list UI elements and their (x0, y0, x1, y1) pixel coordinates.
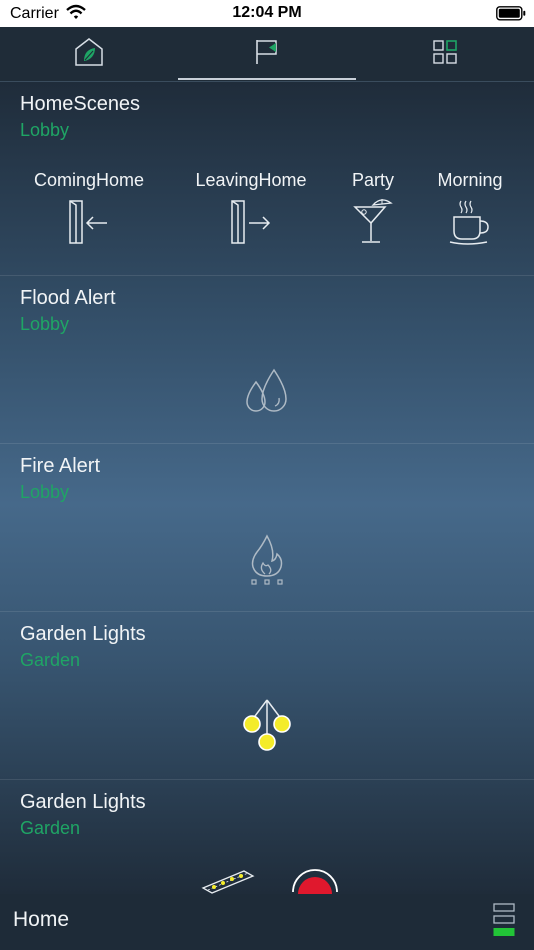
coffee-cup-icon (405, 199, 534, 245)
flag-icon (254, 38, 280, 71)
status-bar: Carrier 12:04 PM (0, 0, 534, 27)
scenes-list[interactable]: HomeScenes Lobby ComingHome LeavingHome (0, 82, 534, 894)
card-title: Garden Lights (20, 791, 146, 813)
scene-label: LeavingHome (195, 170, 307, 190)
card-location: Lobby (20, 482, 70, 502)
card-title: Garden Lights (20, 623, 146, 645)
scene-card-homescenes: HomeScenes Lobby ComingHome LeavingHome (0, 82, 534, 276)
card-title: Fire Alert (20, 455, 101, 477)
card-location: Garden (20, 818, 81, 838)
scene-card-garden-lights-2[interactable]: Garden Lights Garden (0, 780, 534, 894)
scene-morning[interactable]: Morning (405, 170, 534, 245)
scene-card-fire-alert[interactable]: Fire Alert Lobby (0, 444, 534, 612)
tab-home[interactable] (0, 27, 178, 81)
scene-label: Morning (437, 170, 503, 190)
card-location: Garden (20, 650, 81, 670)
home-leaf-icon (74, 37, 104, 72)
active-tab-indicator (178, 78, 356, 80)
tab-devices[interactable] (356, 27, 534, 81)
leaving-home-door-icon (186, 199, 316, 245)
scene-card-garden-lights-1[interactable]: Garden Lights Garden (0, 612, 534, 780)
tab-scenes[interactable] (178, 27, 356, 81)
scene-label: ComingHome (33, 170, 145, 190)
led-strip-icon (200, 868, 256, 894)
coming-home-door-icon (24, 199, 154, 245)
card-title: Flood Alert (20, 287, 116, 309)
card-title: HomeScenes (20, 93, 141, 115)
home-title[interactable]: Home (13, 908, 69, 932)
grid-icon (432, 39, 458, 70)
clock-label: 12:04 PM (232, 4, 302, 21)
battery-icon (496, 6, 526, 26)
bottom-bar: Home (0, 894, 534, 950)
red-dome-light-icon (289, 868, 341, 894)
card-location: Lobby (20, 314, 70, 334)
garden-lamp-icon (0, 698, 534, 756)
flame-icon (0, 534, 534, 586)
scene-leaving-home[interactable]: LeavingHome (186, 170, 316, 245)
scene-coming-home[interactable]: ComingHome (24, 170, 154, 245)
card-location: Lobby (20, 120, 70, 140)
scene-card-flood-alert[interactable]: Flood Alert Lobby (0, 276, 534, 444)
level-bars-icon[interactable] (493, 902, 515, 945)
water-drops-icon (0, 368, 534, 416)
top-tab-bar (0, 27, 534, 82)
